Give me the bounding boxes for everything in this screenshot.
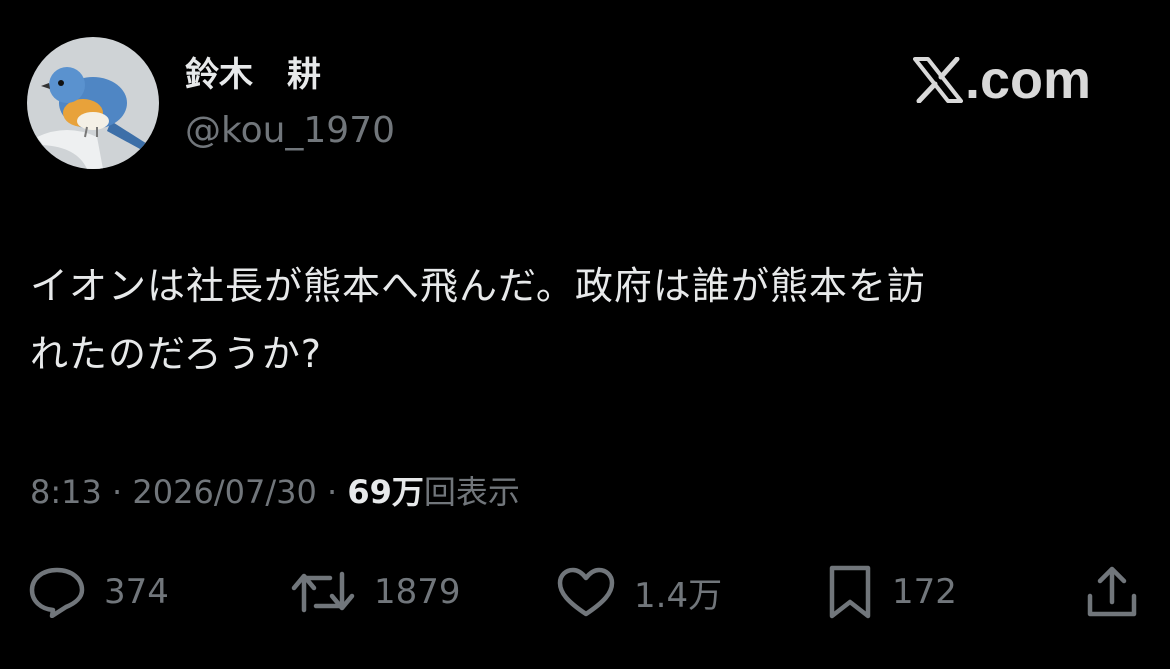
x-logo-icon <box>913 57 963 103</box>
user-handle[interactable]: @kou_1970 <box>185 108 395 154</box>
bookmark-count: 172 <box>892 572 957 612</box>
share-button[interactable] <box>1084 562 1140 622</box>
reply-button[interactable]: 374 <box>28 562 169 622</box>
tweet-text-line: れたのだろうか? <box>30 332 322 376</box>
share-icon <box>1087 566 1137 617</box>
display-name[interactable]: 鈴木 耕 <box>185 52 321 98</box>
views-count: 69万 <box>347 473 424 511</box>
avatar[interactable] <box>27 37 159 169</box>
views-label: 回表示 <box>423 473 520 511</box>
meta-separator: · <box>112 473 123 511</box>
meta-separator: · <box>326 473 338 511</box>
retweet-count: 1879 <box>374 572 461 612</box>
bookmark-icon <box>829 565 871 619</box>
tweet-meta: 8:13 · 2026/07/30 · 69万回表示 <box>30 468 520 516</box>
heart-icon <box>557 567 615 617</box>
bookmark-button[interactable]: 172 <box>826 562 957 622</box>
retweet-button[interactable]: 1879 <box>290 562 461 622</box>
action-bar: 374 1879 1.4万 172 <box>0 562 1170 622</box>
like-count: 1.4万 <box>634 575 723 616</box>
tweet-text: イオンは社長が熊本へ飛んだ。政府は誰が熊本を訪 れたのだろうか? <box>30 252 1145 388</box>
reply-count: 374 <box>104 572 169 612</box>
brand-logo: .com <box>913 50 1091 110</box>
tweet-time[interactable]: 8:13 <box>30 473 102 511</box>
like-button[interactable]: 1.4万 <box>556 562 722 622</box>
tweet-date[interactable]: 2026/07/30 <box>132 473 316 511</box>
bird-photo-icon <box>27 37 159 169</box>
reply-icon <box>29 567 85 618</box>
retweet-icon <box>291 571 355 613</box>
brand-domain-text: .com <box>965 50 1092 110</box>
tweet-text-line: イオンは社長が熊本へ飛んだ。政府は誰が熊本を訪 <box>30 264 926 308</box>
